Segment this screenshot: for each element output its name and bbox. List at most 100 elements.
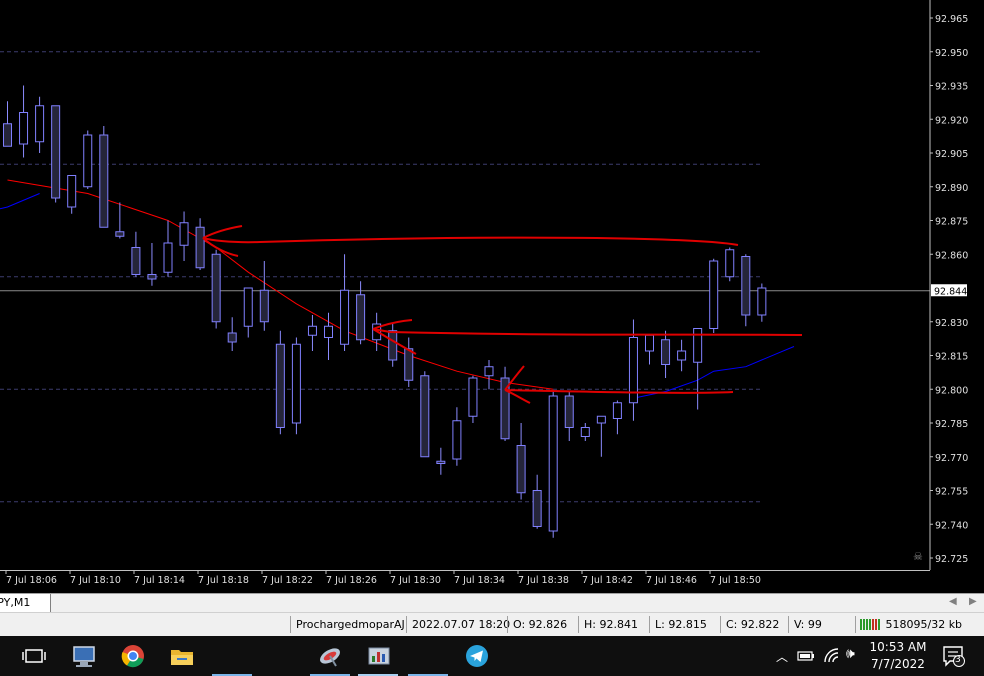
candle[interactable] — [291, 337, 301, 435]
status-open: O: 92.826 — [507, 616, 567, 633]
status-traffic[interactable]: 518095/32 kb — [855, 616, 962, 633]
candle[interactable] — [500, 366, 510, 441]
telegram-icon[interactable] — [463, 642, 491, 670]
metatrader-icon[interactable] — [365, 642, 393, 670]
candle-body — [51, 105, 61, 199]
candle[interactable] — [548, 391, 558, 538]
candle-body — [195, 226, 205, 269]
candle[interactable] — [468, 375, 478, 423]
status-bar: ProchargedmoparAJ 2022.07.07 18:20 O: 92… — [0, 612, 984, 637]
candle[interactable] — [3, 101, 12, 147]
candle[interactable] — [693, 328, 703, 410]
candle[interactable] — [661, 330, 671, 378]
candle-body — [147, 274, 157, 280]
candle[interactable] — [516, 423, 526, 500]
candle-body — [532, 490, 542, 527]
price-label: 92.830 — [935, 318, 968, 329]
price-chart[interactable]: 92.965 92.950 92.935 92.920 92.905 92.890 92.8… — [0, 0, 984, 593]
candle[interactable] — [709, 258, 719, 333]
price-label: 92.725 — [935, 554, 968, 565]
time-label: 7 Jul 18:42 — [582, 575, 633, 586]
candle[interactable] — [179, 211, 189, 262]
traffic-text: 518095/32 kb — [885, 618, 963, 631]
skull-icon: ☠ — [913, 550, 923, 563]
clock-date[interactable]: 7/7/2022 — [868, 657, 928, 671]
candle-body — [709, 260, 719, 329]
time-label: 7 Jul 18:10 — [70, 575, 121, 586]
candle[interactable] — [612, 400, 622, 435]
clock-time[interactable]: 10:53 AM — [868, 640, 928, 654]
battery-icon[interactable] — [797, 650, 815, 662]
candle[interactable] — [35, 96, 45, 153]
candle[interactable] — [404, 337, 414, 388]
candle[interactable] — [532, 474, 542, 529]
satellite-dish-icon[interactable] — [316, 642, 344, 670]
price-label: 92.920 — [935, 115, 968, 126]
candle[interactable] — [115, 202, 125, 239]
candle-body — [340, 289, 350, 345]
network-computer-icon[interactable] — [70, 642, 98, 670]
candle[interactable] — [645, 334, 654, 365]
candle[interactable] — [83, 130, 93, 190]
chrome-icon[interactable] — [119, 642, 147, 670]
candle[interactable] — [580, 423, 590, 441]
candle[interactable] — [757, 283, 767, 322]
candle[interactable] — [51, 105, 61, 203]
price-label: 92.950 — [935, 48, 968, 59]
price-label: 92.770 — [935, 453, 968, 464]
candle[interactable] — [741, 254, 751, 327]
candle-body — [259, 289, 269, 323]
candle[interactable] — [227, 317, 237, 351]
candle[interactable] — [388, 324, 398, 367]
candle[interactable] — [307, 315, 317, 351]
notification-center-icon[interactable] — [942, 645, 966, 667]
scroll-right-icon[interactable]: ▶ — [969, 596, 977, 607]
candle[interactable] — [436, 447, 446, 475]
ma-blue-line — [633, 346, 795, 399]
candle[interactable] — [131, 231, 141, 277]
candle-body — [468, 377, 478, 417]
price-label: 92.785 — [935, 419, 968, 430]
candle-body — [661, 339, 671, 365]
file-explorer-icon[interactable] — [168, 642, 196, 670]
status-close: C: 92.822 — [720, 616, 779, 633]
candle[interactable] — [67, 175, 77, 214]
candle-body — [564, 395, 574, 428]
candle[interactable] — [564, 391, 574, 442]
candle[interactable] — [596, 415, 606, 457]
task-view-icon[interactable] — [20, 642, 48, 670]
price-label: 92.875 — [935, 217, 968, 228]
candle[interactable] — [420, 371, 430, 458]
price-label: 92.800 — [935, 385, 968, 396]
candle[interactable] — [340, 254, 350, 351]
candle-body — [3, 123, 12, 147]
candle[interactable] — [211, 249, 221, 329]
candle[interactable] — [99, 126, 109, 228]
candle[interactable] — [259, 261, 269, 331]
candle[interactable] — [163, 220, 173, 277]
candle-body — [35, 105, 45, 143]
ma-blue-line — [0, 193, 40, 210]
candle[interactable] — [147, 243, 157, 286]
volume-icon[interactable]: 🕪 — [846, 646, 855, 662]
scroll-left-icon[interactable]: ◀ — [949, 596, 957, 607]
price-label: 92.860 — [935, 250, 968, 261]
wifi-icon[interactable] — [823, 647, 841, 663]
time-label: 7 Jul 18:46 — [646, 575, 697, 586]
candle-body — [307, 325, 317, 336]
candle[interactable] — [195, 218, 205, 270]
notification-count: 3 — [955, 655, 961, 665]
candle[interactable] — [677, 339, 687, 372]
candle[interactable] — [484, 360, 494, 390]
candle-body — [548, 395, 558, 532]
price-label: 92.935 — [935, 82, 968, 93]
candle[interactable] — [19, 85, 29, 158]
chevron-up-icon[interactable]: ︿ — [776, 648, 788, 665]
candle[interactable] — [243, 287, 253, 338]
candle[interactable] — [275, 330, 285, 435]
chart-tab[interactable]: JPY,M1 — [0, 594, 51, 613]
chart-area[interactable]: 92.965 92.950 92.935 92.920 92.905 92.890 92.8… — [0, 0, 984, 593]
candle[interactable] — [725, 247, 735, 282]
candle[interactable] — [452, 407, 462, 466]
time-label: 7 Jul 18:18 — [198, 575, 249, 586]
